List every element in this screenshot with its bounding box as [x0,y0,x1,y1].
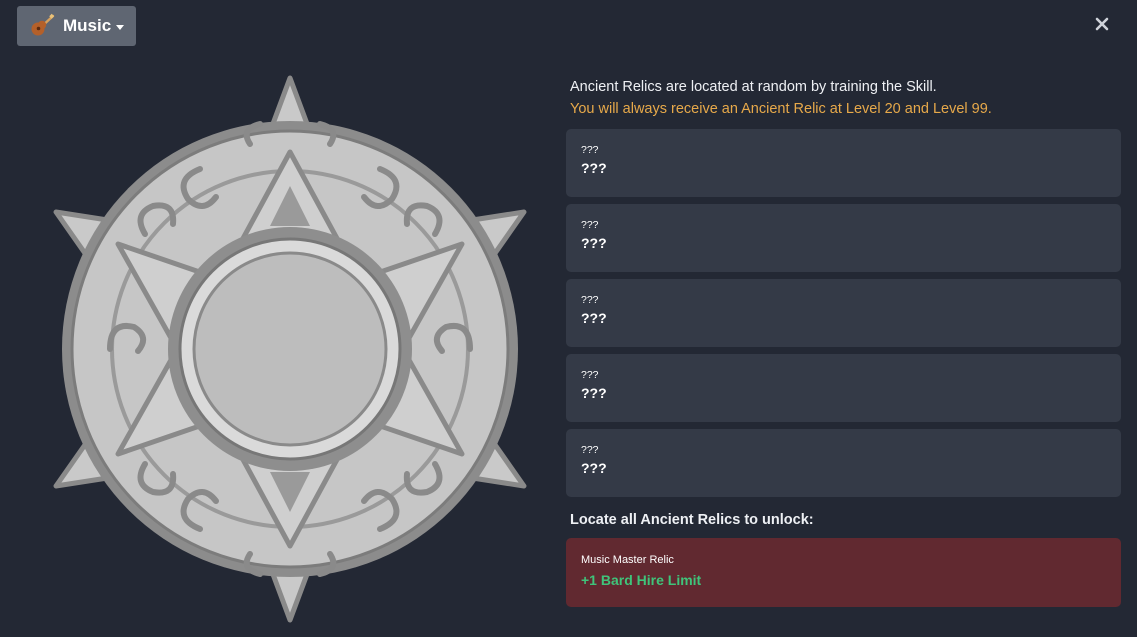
relic-slot-name: ??? [581,144,599,156]
unlock-heading: Locate all Ancient Relics to unlock: [570,512,814,528]
master-relic-bonus: +1 Bard Hire Limit [581,572,702,588]
ancient-relic-emblem [50,74,530,624]
master-relic-name: Music Master Relic [581,554,674,566]
relic-slot: ??? ??? [566,429,1121,497]
relic-slot-bonus: ??? [581,385,607,401]
relic-slot-bonus: ??? [581,460,607,476]
close-button[interactable] [1090,14,1114,38]
relic-slot-name: ??? [581,444,599,456]
relic-slot-name: ??? [581,294,599,306]
relic-slot-bonus: ??? [581,160,607,176]
relic-slot-name: ??? [581,369,599,381]
relic-slot-name: ??? [581,219,599,231]
close-icon [1095,17,1109,36]
relic-slot-bonus: ??? [581,310,607,326]
relic-slot-bonus: ??? [581,235,607,251]
master-relic-card: Music Master Relic +1 Bard Hire Limit [566,538,1121,607]
relics-guarantee-note: You will always receive an Ancient Relic… [570,101,992,117]
relic-slot: ??? ??? [566,354,1121,422]
relic-list: ??? ??? ??? ??? ??? ??? ??? ??? ??? ??? [566,129,1121,497]
chevron-down-icon [116,24,125,30]
relic-slot: ??? ??? [566,129,1121,197]
relics-panel: Ancient Relics are located at random by … [566,74,1121,607]
skill-name: Music [63,16,112,35]
skill-dropdown-button[interactable]: Music [17,6,136,46]
relic-slot: ??? ??? [566,204,1121,272]
relics-intro-text: Ancient Relics are located at random by … [570,79,937,95]
guitar-icon [29,13,55,39]
relic-slot: ??? ??? [566,279,1121,347]
